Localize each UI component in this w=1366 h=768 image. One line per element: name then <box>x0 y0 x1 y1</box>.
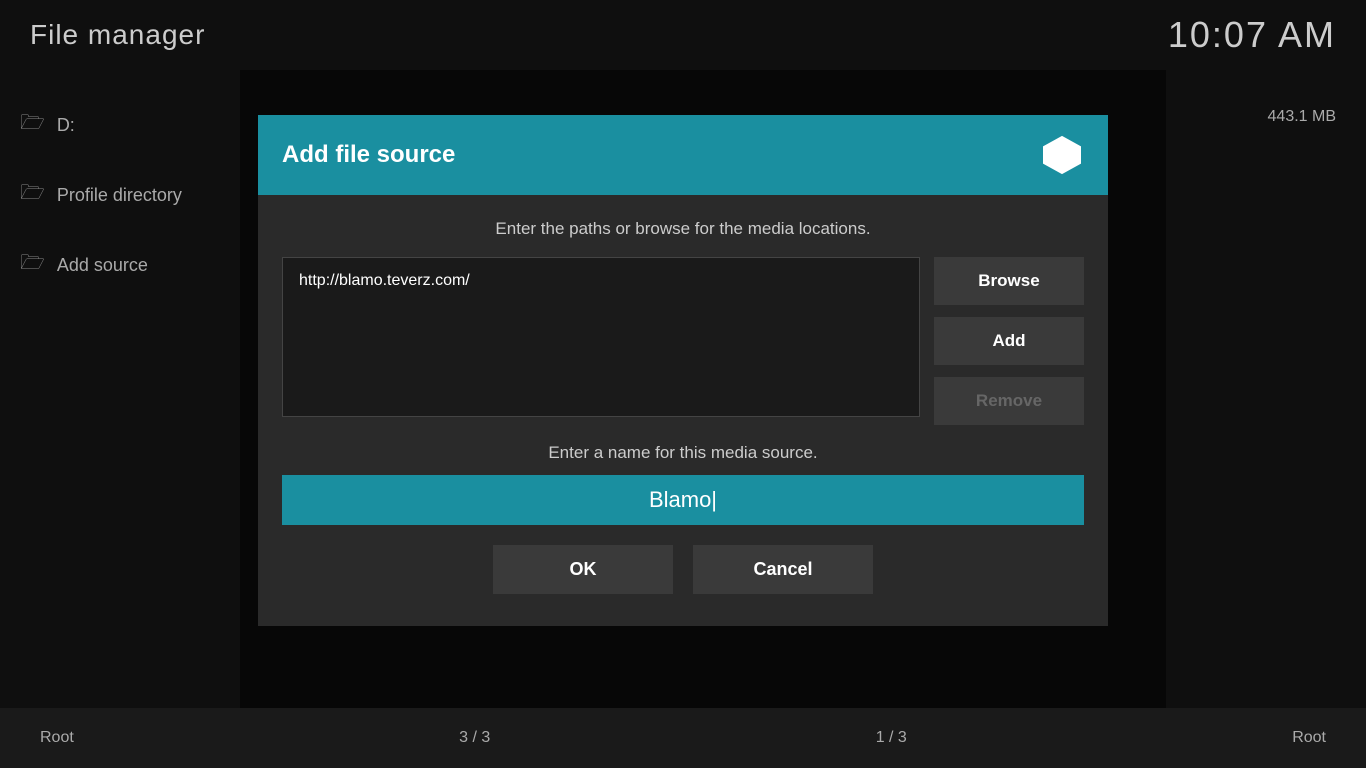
ok-button[interactable]: OK <box>493 545 673 594</box>
sidebar-item-label: D: <box>57 115 75 136</box>
name-instruction: Enter a name for this media source. <box>282 443 1084 463</box>
header: File manager 10:07 AM <box>0 0 1366 70</box>
path-row: Browse Add Remove <box>282 257 1084 425</box>
folder-icon: 🗁 <box>20 178 45 212</box>
svg-text:K: K <box>1057 147 1067 163</box>
footer-right-pagination: 1 / 3 <box>876 729 907 747</box>
name-input[interactable] <box>282 475 1084 525</box>
sidebar-item-add-source[interactable]: 🗁 Add source <box>0 230 240 300</box>
dialog-title: Add file source <box>282 141 455 169</box>
path-textarea[interactable] <box>282 257 920 417</box>
cancel-button[interactable]: Cancel <box>693 545 873 594</box>
kodi-logo-icon: K <box>1040 133 1084 177</box>
add-button[interactable]: Add <box>934 317 1084 365</box>
paths-instruction: Enter the paths or browse for the media … <box>282 219 1084 239</box>
sidebar-item-label: Profile directory <box>57 185 182 206</box>
clock: 10:07 AM <box>1168 14 1336 56</box>
folder-icon: 🗁 <box>20 108 45 142</box>
footer: Root 3 / 3 1 / 3 Root <box>0 708 1366 768</box>
right-panel: 443.1 MB <box>1166 70 1366 708</box>
app-title: File manager <box>30 19 205 51</box>
footer-left-label: Root <box>40 729 74 747</box>
sidebar-item-profile-directory[interactable]: 🗁 Profile directory <box>0 160 240 230</box>
sidebar-item-d-drive[interactable]: 🗁 D: <box>0 90 240 160</box>
browse-button[interactable]: Browse <box>934 257 1084 305</box>
remove-button[interactable]: Remove <box>934 377 1084 425</box>
add-file-source-dialog: Add file source K Enter the paths or bro… <box>258 115 1108 626</box>
sidebar: 🗁 D: 🗁 Profile directory 🗁 Add source <box>0 70 240 708</box>
path-buttons: Browse Add Remove <box>934 257 1084 425</box>
file-size: 443.1 MB <box>1268 108 1336 126</box>
dialog-header: Add file source K <box>258 115 1108 195</box>
dialog-footer: OK Cancel <box>282 545 1084 602</box>
dialog-body: Enter the paths or browse for the media … <box>258 195 1108 626</box>
folder-icon: 🗁 <box>20 248 45 282</box>
footer-left-pagination: 3 / 3 <box>459 729 490 747</box>
sidebar-item-label: Add source <box>57 255 148 276</box>
footer-right-label: Root <box>1292 729 1326 747</box>
